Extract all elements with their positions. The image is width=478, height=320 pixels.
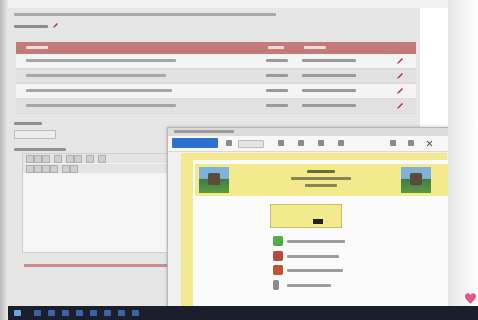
document-list-item[interactable]: [273, 251, 353, 263]
monitor-bezel-right: [448, 0, 478, 320]
column-size-header: [268, 46, 284, 49]
table-button[interactable]: [86, 155, 94, 163]
header-photo-left: [199, 167, 229, 193]
viewer-tab[interactable]: [172, 138, 218, 148]
indent-button[interactable]: [62, 165, 70, 173]
edit-icon[interactable]: [52, 22, 59, 29]
column-date-header: [304, 46, 326, 49]
pencil-icon[interactable]: [396, 57, 404, 65]
minimize-icon[interactable]: [390, 140, 396, 146]
monitor-bezel-left: [0, 0, 8, 320]
align-left-button[interactable]: [34, 165, 42, 173]
editor-content-area[interactable]: [23, 174, 173, 252]
photographed-screen: [0, 0, 478, 320]
page-heading: [14, 13, 276, 16]
taskbar-app-icon[interactable]: [118, 310, 125, 316]
file-size: [266, 89, 288, 92]
document-info-mark: [313, 219, 323, 224]
file-date: [302, 59, 356, 62]
field-label: [14, 122, 42, 125]
pencil-icon[interactable]: [396, 102, 404, 110]
table-row[interactable]: [16, 69, 416, 84]
taskbar: [8, 306, 478, 320]
list-item-text-line: [287, 255, 339, 258]
taskbar-app-icon[interactable]: [104, 310, 111, 316]
document-list-item[interactable]: [273, 265, 353, 277]
document-list-item[interactable]: [273, 236, 353, 248]
header-line: [305, 184, 337, 187]
page-field[interactable]: [238, 140, 264, 148]
pencil-icon[interactable]: [396, 87, 404, 95]
list-item-text-line: [287, 284, 331, 287]
header-title: [307, 170, 335, 173]
maximize-icon[interactable]: [408, 140, 414, 146]
close-icon[interactable]: [426, 140, 433, 147]
align-right-button[interactable]: [50, 165, 58, 173]
file-date: [302, 89, 356, 92]
leaf-icon: [273, 236, 283, 246]
file-date: [302, 74, 356, 77]
file-name[interactable]: [26, 74, 166, 77]
taskbar-app-icon[interactable]: [76, 310, 83, 316]
editor-toolbar: [23, 154, 173, 163]
book-icon: [273, 251, 283, 261]
zoom-out-icon[interactable]: [226, 140, 232, 146]
list-button[interactable]: [54, 155, 62, 163]
taskbar-app-icon[interactable]: [34, 310, 41, 316]
outdent-button[interactable]: [70, 165, 78, 173]
header-photo-right: [401, 167, 431, 193]
file-name[interactable]: [26, 89, 172, 92]
book-icon: [273, 265, 283, 275]
editor-toolbar-second: [23, 164, 173, 173]
rich-text-editor[interactable]: [22, 153, 174, 253]
taskbar-app-icon[interactable]: [132, 310, 139, 316]
underline-button[interactable]: [42, 155, 50, 163]
heart-icon: [464, 293, 477, 304]
header-subtitle: [291, 177, 351, 180]
column-name-header: [26, 46, 48, 49]
taskbar-app-icon[interactable]: [90, 310, 97, 316]
taskbar-app-icon[interactable]: [48, 310, 55, 316]
files-table-header: [16, 42, 416, 54]
zoom-in-icon[interactable]: [278, 140, 284, 146]
monitor-bezel-top: [0, 0, 478, 8]
file-size: [266, 59, 288, 62]
editor-label: [14, 148, 66, 151]
section-title: [14, 25, 48, 28]
link-button[interactable]: [66, 155, 74, 163]
pen-icon: [273, 280, 279, 290]
file-size: [266, 74, 288, 77]
list-item-text-line: [287, 240, 345, 243]
file-date: [302, 104, 356, 107]
align-center-button[interactable]: [42, 165, 50, 173]
download-icon[interactable]: [338, 140, 344, 146]
table-row[interactable]: [16, 54, 416, 69]
image-button[interactable]: [74, 155, 82, 163]
italic-button[interactable]: [34, 155, 42, 163]
taskbar-app-icon[interactable]: [62, 310, 69, 316]
document-header: [195, 164, 451, 196]
file-name[interactable]: [26, 59, 176, 62]
page-footer-bar: [24, 264, 174, 267]
bold-button[interactable]: [26, 155, 34, 163]
print-icon[interactable]: [318, 140, 324, 146]
source-button[interactable]: [98, 155, 106, 163]
pencil-icon[interactable]: [396, 72, 404, 80]
start-icon[interactable]: [14, 310, 21, 316]
list-item-text-line: [287, 269, 343, 272]
window-title-bar: [168, 128, 448, 136]
format-button[interactable]: [26, 165, 34, 173]
file-size: [266, 104, 288, 107]
document-list-item[interactable]: [273, 280, 353, 292]
document-info-box: [270, 204, 342, 228]
table-row[interactable]: [16, 84, 416, 99]
field-select[interactable]: [14, 130, 56, 139]
table-row[interactable]: [16, 99, 416, 114]
window-title: [174, 130, 234, 133]
rotate-icon[interactable]: [298, 140, 304, 146]
file-name[interactable]: [26, 104, 176, 107]
